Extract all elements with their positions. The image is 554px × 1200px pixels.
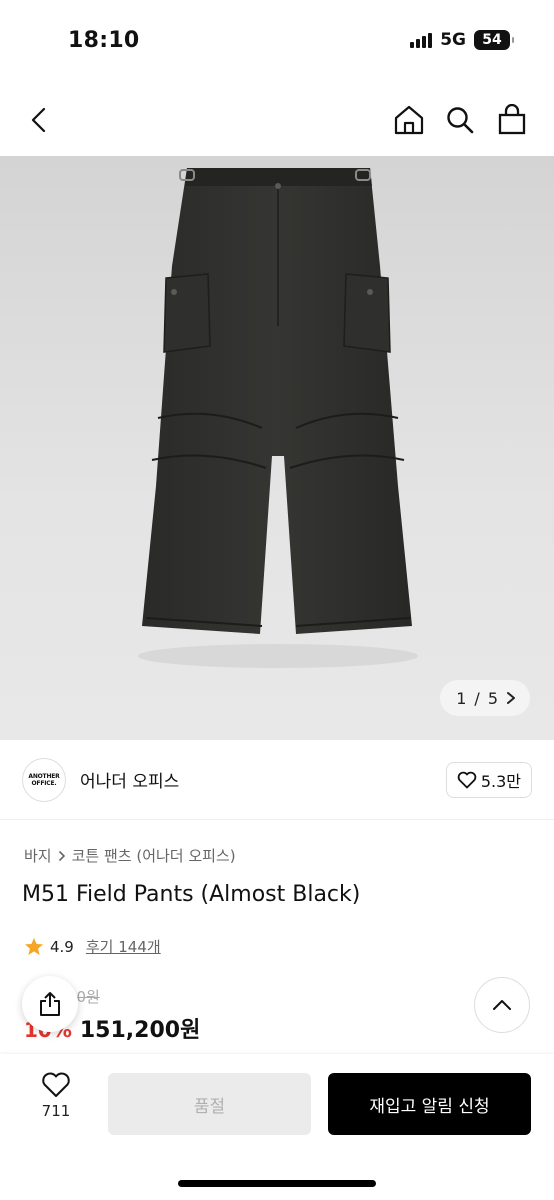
wish-button[interactable]: 711 — [26, 1072, 86, 1120]
rating-score: 4.9 — [50, 937, 74, 956]
rating-row: 4.9 후기 144개 — [24, 936, 161, 957]
image-counter-current: 1 — [456, 688, 467, 708]
chevron-left-icon — [31, 107, 46, 133]
breadcrumb: 바지 코튼 팬츠 (어나더 오피스) — [24, 845, 236, 866]
image-counter-total: 5 — [487, 688, 498, 708]
chevron-right-icon — [507, 692, 515, 704]
back-button[interactable] — [22, 102, 58, 138]
brand-name[interactable]: 어나더 오피스 — [80, 767, 179, 792]
wish-count: 711 — [41, 1102, 71, 1120]
shopping-bag-icon — [498, 104, 526, 135]
search-icon — [447, 107, 474, 134]
brand-logo[interactable]: ANOTHER OFFICE. — [22, 758, 66, 802]
battery-level: 54 — [482, 32, 502, 48]
chevron-right-icon — [58, 850, 65, 861]
bottom-action-bar: 711 품절 재입고 알림 신청 — [0, 1054, 554, 1200]
cart-button[interactable] — [494, 102, 530, 138]
breadcrumb-item-subcategory[interactable]: 코튼 팬츠 (어나더 오피스) — [72, 845, 236, 866]
status-bar: 18:10 5G 54 — [0, 0, 554, 84]
brand-row: ANOTHER OFFICE. 어나더 오피스 5.3만 — [0, 740, 554, 820]
review-link[interactable]: 후기 144개 — [86, 936, 161, 957]
brand-like-count: 5.3만 — [480, 772, 521, 791]
star-icon — [25, 937, 43, 955]
home-indicator[interactable] — [178, 1180, 376, 1187]
soldout-button: 품절 — [108, 1073, 311, 1135]
image-counter[interactable]: 1 / 5 — [440, 680, 530, 716]
share-icon — [40, 992, 60, 1016]
home-button[interactable] — [391, 102, 427, 138]
status-time: 18:10 — [68, 28, 140, 53]
home-icon — [394, 105, 424, 135]
share-button[interactable] — [22, 976, 78, 1032]
brand-like-button[interactable]: 5.3만 — [445, 762, 532, 798]
brand-logo-line2: OFFICE. — [31, 780, 57, 787]
restock-alert-button[interactable]: 재입고 알림 신청 — [328, 1073, 531, 1135]
brand-logo-line1: ANOTHER — [28, 773, 60, 780]
product-photo-pants — [138, 168, 418, 668]
product-image-gallery[interactable]: 1 / 5 — [0, 156, 554, 740]
network-type: 5G — [440, 30, 466, 50]
status-indicators: 5G 54 — [410, 30, 514, 50]
scroll-to-top-button[interactable] — [474, 977, 530, 1033]
nav-bar — [0, 84, 554, 156]
chevron-up-icon — [493, 1000, 511, 1010]
heart-icon — [457, 771, 477, 789]
search-button[interactable] — [442, 102, 478, 138]
image-counter-separator: / — [474, 688, 480, 708]
battery-icon: 54 — [474, 30, 514, 50]
sale-price: 151,200원 — [79, 1018, 201, 1043]
cellular-signal-icon — [410, 32, 433, 48]
breadcrumb-item-category[interactable]: 바지 — [24, 845, 52, 866]
product-title: M51 Field Pants (Almost Black) — [22, 882, 361, 907]
heart-icon — [42, 1072, 70, 1097]
